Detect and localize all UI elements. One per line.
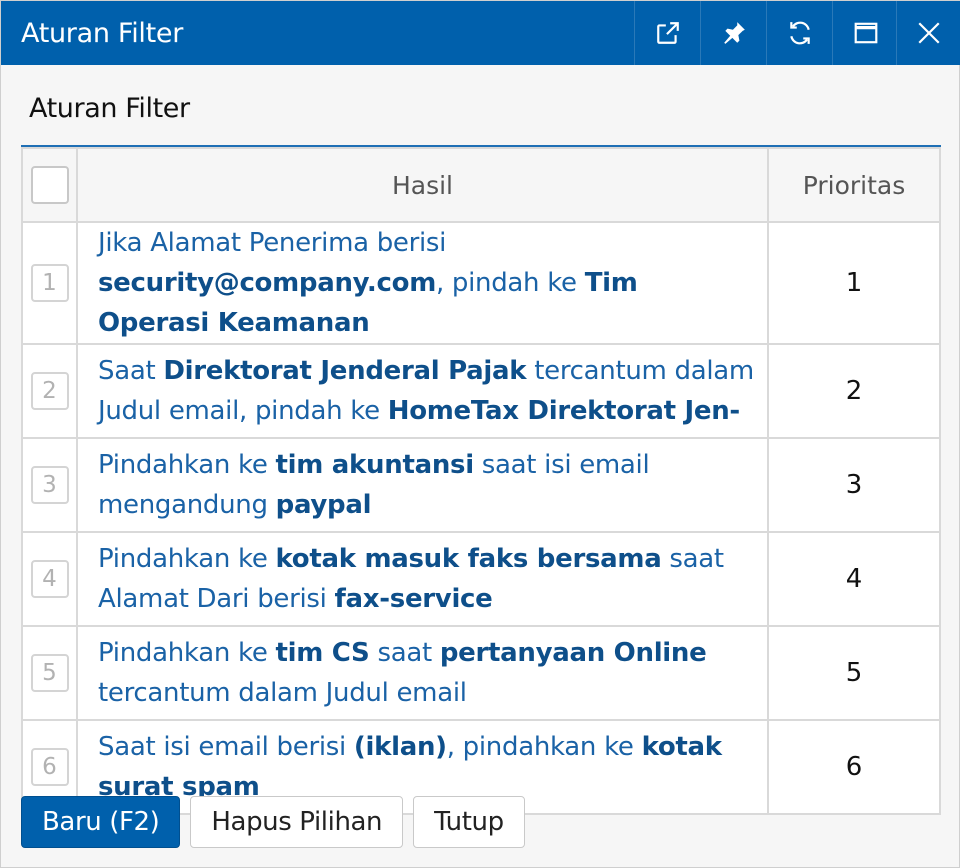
rule-priority: 6 xyxy=(767,719,941,815)
table-row[interactable]: 2 Saat Direktorat Jenderal Pajak tercantu… xyxy=(21,343,941,439)
table-row[interactable]: 5 Pindahkan ke tim CS saat pertanyaan Onl… xyxy=(21,625,941,721)
new-rule-button[interactable]: Baru (F2) xyxy=(21,796,181,848)
rule-priority: 4 xyxy=(767,531,941,627)
titlebar: Aturan Filter xyxy=(1,1,960,65)
column-header-priority[interactable]: Prioritas xyxy=(767,147,941,223)
maximize-icon xyxy=(854,22,877,44)
window-title: Aturan Filter xyxy=(21,18,184,49)
rule-description[interactable]: Jika Alamat Penerima berisi security@com… xyxy=(76,221,769,345)
rule-description[interactable]: Pindahkan ke kotak masuk faks bersama sa… xyxy=(76,531,769,627)
close-window-button[interactable] xyxy=(896,1,960,65)
row-number-checkbox[interactable]: 4 xyxy=(30,560,69,598)
footer-buttons: Baru (F2) Hapus Pilihan Tutup xyxy=(21,796,525,848)
row-select-cell: 3 xyxy=(21,437,78,533)
rule-text: , pindah ke xyxy=(435,268,585,298)
rule-description[interactable]: Pindahkan ke tim CS saat pertanyaan Onli… xyxy=(76,625,769,721)
rule-priority: 1 xyxy=(767,221,941,345)
rule-text: Pindahkan ke xyxy=(98,450,276,480)
maximize-button[interactable] xyxy=(832,1,898,65)
row-number-checkbox[interactable]: 2 xyxy=(30,372,69,410)
rule-text: Saat xyxy=(98,356,164,386)
rule-keyword: (iklan) xyxy=(353,732,447,762)
filter-rules-table: Hasil Prioritas 1 Jika Alamat Penerima be… xyxy=(21,145,941,815)
select-all-cell xyxy=(21,147,78,223)
row-number-checkbox[interactable]: 1 xyxy=(30,264,69,302)
rule-keyword: paypal xyxy=(275,490,372,520)
rule-keyword: security@company.com xyxy=(98,268,436,298)
rule-priority: 3 xyxy=(767,437,941,533)
rule-keyword: HomeTax Direktorat Jen- xyxy=(387,396,740,426)
section-title: Aturan Filter xyxy=(29,93,190,124)
table-row[interactable]: 1 Jika Alamat Penerima berisi security@co… xyxy=(21,221,941,345)
rule-text: Saat isi email berisi xyxy=(98,732,354,762)
row-number-checkbox[interactable]: 6 xyxy=(30,748,69,786)
popout-button[interactable] xyxy=(634,1,700,65)
table-row[interactable]: 3 Pindahkan ke tim akuntansi saat isi ema… xyxy=(21,437,941,533)
rule-keyword: Direktorat Jenderal Pajak xyxy=(163,356,527,386)
pin-button[interactable] xyxy=(700,1,766,65)
rule-description[interactable]: Pindahkan ke tim akuntansi saat isi emai… xyxy=(76,437,769,533)
row-select-cell: 2 xyxy=(21,343,78,439)
column-header-result[interactable]: Hasil xyxy=(76,147,769,223)
close-icon xyxy=(918,22,940,44)
rule-text: saat xyxy=(369,638,440,668)
rule-text: Jika Alamat Penerima berisi xyxy=(98,228,447,258)
rule-description[interactable]: Saat Direktorat Jenderal Pajak tercantum… xyxy=(76,343,769,439)
rule-text: , pindahkan ke xyxy=(446,732,642,762)
delete-selected-button[interactable]: Hapus Pilihan xyxy=(190,796,404,848)
row-select-cell: 5 xyxy=(21,625,78,721)
refresh-icon xyxy=(789,21,810,45)
rule-text: Pindahkan ke xyxy=(98,638,276,668)
row-number-checkbox[interactable]: 5 xyxy=(30,654,69,692)
select-all-checkbox[interactable] xyxy=(30,166,69,204)
external-link-icon xyxy=(656,22,679,44)
table-header-row: Hasil Prioritas xyxy=(21,147,941,223)
rule-keyword: fax-service xyxy=(334,584,493,614)
row-select-cell: 1 xyxy=(21,221,78,345)
rule-priority: 2 xyxy=(767,343,941,439)
table-row[interactable]: 4 Pindahkan ke kotak masuk faks bersama s… xyxy=(21,531,941,627)
rule-keyword: tim CS xyxy=(275,638,370,668)
close-button[interactable]: Tutup xyxy=(413,796,525,848)
rule-priority: 5 xyxy=(767,625,941,721)
refresh-button[interactable] xyxy=(766,1,832,65)
rule-keyword: tim akuntansi xyxy=(275,450,475,480)
pin-icon xyxy=(723,22,745,44)
row-select-cell: 4 xyxy=(21,531,78,627)
rule-text: tercantum dalam Judul email xyxy=(98,678,467,708)
rule-keyword: pertanyaan Online xyxy=(439,638,707,668)
row-number-checkbox[interactable]: 3 xyxy=(30,466,69,504)
rule-text: Pindahkan ke xyxy=(98,544,276,574)
rule-keyword: kotak masuk faks bersama xyxy=(275,544,662,574)
filter-rules-window: Aturan Filter Aturan Filter Hasil Priori… xyxy=(0,0,960,868)
